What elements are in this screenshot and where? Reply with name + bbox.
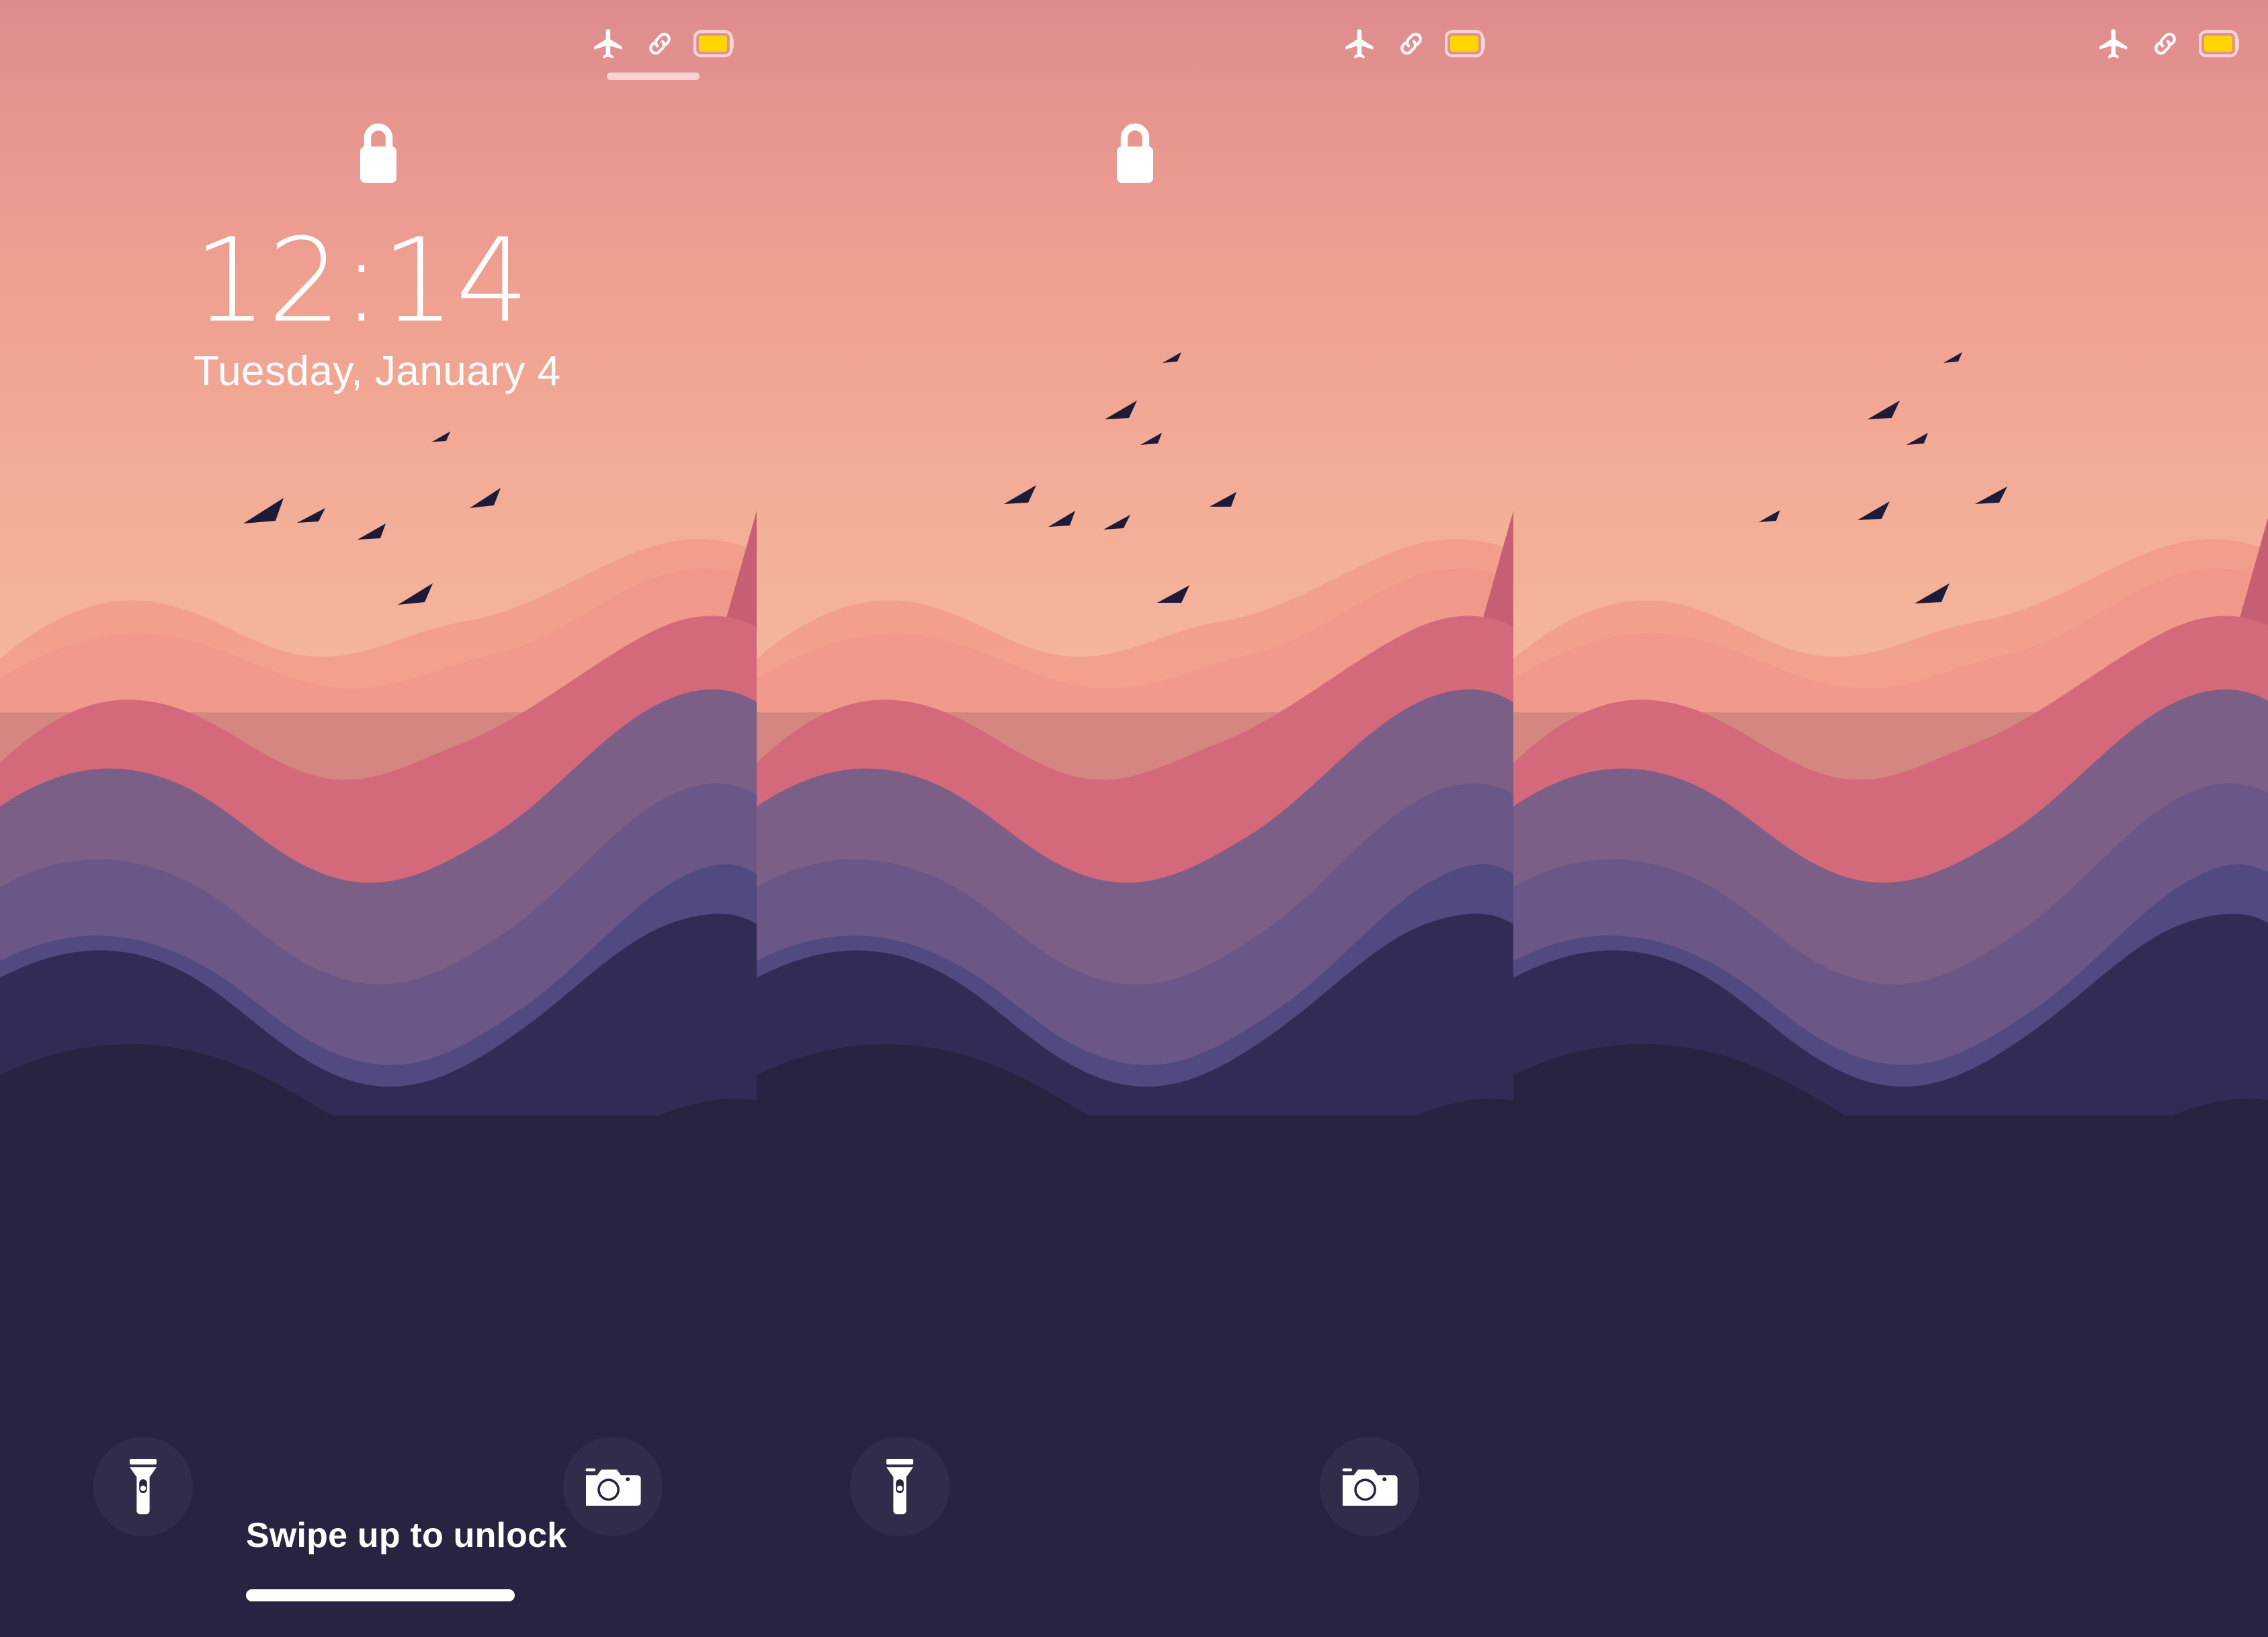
link-icon xyxy=(2154,32,2176,55)
bird-icon xyxy=(1857,501,1890,520)
status-progress-pill xyxy=(607,73,700,80)
flashlight-icon xyxy=(130,1459,157,1515)
link-icon xyxy=(1400,32,1422,55)
flashlight-shortcut[interactable] xyxy=(93,1437,193,1536)
status-bar[interactable] xyxy=(591,26,738,62)
home-indicator[interactable] xyxy=(246,1589,515,1601)
lock-icon xyxy=(1117,123,1153,183)
bird-icon xyxy=(1759,510,1780,522)
bird-icon xyxy=(297,508,325,523)
bird-icon xyxy=(1915,583,1949,603)
bird-icon xyxy=(1103,515,1130,530)
bird-icon xyxy=(1943,352,1962,363)
camera-shortcut[interactable] xyxy=(563,1437,663,1536)
battery-icon xyxy=(2199,30,2239,58)
flashlight-icon xyxy=(886,1459,913,1515)
link-icon xyxy=(649,32,671,55)
bird-icon xyxy=(1157,585,1189,603)
bird-icon xyxy=(1210,492,1236,507)
airplane-mode-icon xyxy=(1345,29,1374,58)
camera-shortcut[interactable] xyxy=(1320,1437,1419,1536)
flashlight-shortcut[interactable] xyxy=(850,1437,950,1536)
bird-icon xyxy=(431,431,450,442)
clock-time: 12:14 xyxy=(194,213,530,348)
battery-icon xyxy=(694,30,734,58)
bird-icon xyxy=(358,523,386,540)
wallpaper-base-fill xyxy=(0,1116,2268,1637)
battery-icon xyxy=(1445,30,1485,58)
bird-icon xyxy=(470,488,501,508)
lock-screen[interactable]: 12:14 Tuesday, January 4 Swipe up to unl… xyxy=(0,0,2268,1637)
airplane-mode-icon xyxy=(594,29,622,58)
bird-icon xyxy=(1867,401,1900,419)
bird-icon xyxy=(1105,401,1137,419)
status-bar[interactable] xyxy=(1343,26,1489,62)
bird-icon xyxy=(1004,485,1036,504)
bird-icon xyxy=(1048,511,1075,527)
bird-icon xyxy=(398,583,433,605)
clock-date: Tuesday, January 4 xyxy=(194,348,561,395)
lock-icon xyxy=(360,123,396,183)
bird-icon xyxy=(1906,433,1928,445)
camera-icon xyxy=(585,1468,641,1506)
airplane-mode-icon xyxy=(2099,29,2128,58)
lock-screen-clock: 12:14 Tuesday, January 4 xyxy=(194,222,561,395)
swipe-up-hint: Swipe up to unlock xyxy=(246,1516,567,1555)
bird-icon xyxy=(1140,433,1162,445)
bird-icon xyxy=(1975,487,2007,504)
bird-icon xyxy=(1163,352,1181,363)
camera-icon xyxy=(1342,1468,1398,1506)
bird-icon xyxy=(243,498,284,523)
status-bar[interactable] xyxy=(2097,26,2243,62)
